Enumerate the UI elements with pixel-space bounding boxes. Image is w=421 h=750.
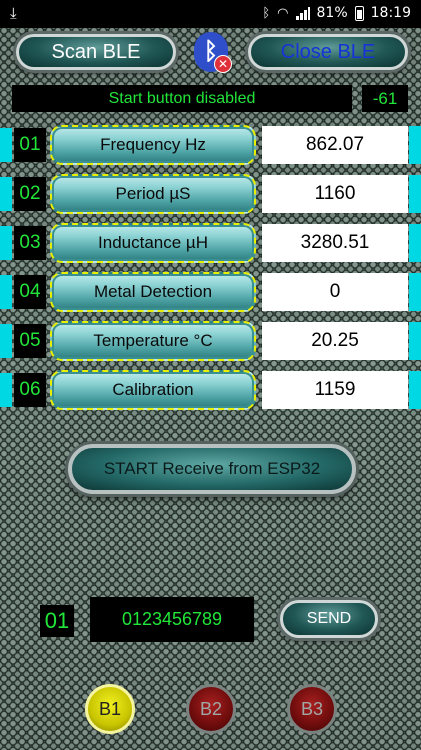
row-number: 06 bbox=[14, 373, 46, 407]
inductance-value: 3280.51 bbox=[262, 224, 408, 262]
send-input[interactable]: 0123456789 bbox=[90, 597, 254, 642]
bluetooth-status-icon: ᛒ bbox=[262, 5, 271, 21]
row-indicator bbox=[409, 224, 421, 262]
row-indicator bbox=[0, 373, 12, 407]
row-indicator bbox=[0, 128, 12, 162]
inductance-button[interactable]: Inductance µH bbox=[50, 223, 256, 263]
calibration-button[interactable]: Calibration bbox=[50, 370, 256, 410]
send-channel-number: 01 bbox=[40, 605, 74, 637]
wifi-icon: ◠ bbox=[277, 5, 289, 21]
row-indicator bbox=[0, 275, 12, 309]
frequency-button[interactable]: Frequency Hz bbox=[50, 125, 256, 165]
start-receive-button[interactable]: START Receive from ESP32 bbox=[68, 444, 356, 494]
row-number: 01 bbox=[14, 128, 46, 162]
clock: 18:19 bbox=[370, 5, 411, 21]
row-number: 05 bbox=[14, 324, 46, 358]
metal-detection-value: 0 bbox=[262, 273, 408, 311]
signal-icon bbox=[295, 6, 310, 20]
status-bar: ⤓ ᛒ ◠ 81% 18:19 bbox=[0, 0, 421, 28]
row-indicator bbox=[409, 175, 421, 213]
battery-percent: 81% bbox=[316, 5, 348, 21]
scan-ble-button[interactable]: Scan BLE bbox=[16, 34, 176, 70]
row-number: 02 bbox=[14, 177, 46, 211]
metal-detection-button[interactable]: Metal Detection bbox=[50, 272, 256, 312]
data-row-frequency: 01 Frequency Hz 862.07 bbox=[0, 125, 421, 165]
row-indicator bbox=[409, 126, 421, 164]
row-indicator bbox=[0, 324, 12, 358]
data-row-calibration: 06 Calibration 1159 bbox=[0, 370, 421, 410]
data-row-inductance: 03 Inductance µH 3280.51 bbox=[0, 223, 421, 263]
row-number: 04 bbox=[14, 275, 46, 309]
data-row-period: 02 Period µS 1160 bbox=[0, 174, 421, 214]
row-indicator bbox=[0, 226, 12, 260]
download-icon: ⤓ bbox=[10, 4, 17, 22]
battery-icon bbox=[354, 5, 364, 21]
frequency-value: 862.07 bbox=[262, 126, 408, 164]
temperature-button[interactable]: Temperature °C bbox=[50, 321, 256, 361]
disconnected-badge-icon: ✕ bbox=[214, 55, 232, 73]
data-row-temperature: 05 Temperature °C 20.25 bbox=[0, 321, 421, 361]
status-bar-right: ᛒ ◠ 81% 18:19 bbox=[262, 5, 411, 21]
period-value: 1160 bbox=[262, 175, 408, 213]
b1-button[interactable]: B1 bbox=[85, 684, 135, 734]
rssi-value: -61 bbox=[362, 85, 408, 112]
close-ble-button[interactable]: Close BLE bbox=[248, 34, 408, 70]
temperature-value: 20.25 bbox=[262, 322, 408, 360]
period-button[interactable]: Period µS bbox=[50, 174, 256, 214]
calibration-value: 1159 bbox=[262, 371, 408, 409]
data-row-metal-detection: 04 Metal Detection 0 bbox=[0, 272, 421, 312]
row-indicator bbox=[0, 177, 12, 211]
b3-button[interactable]: B3 bbox=[287, 684, 337, 734]
row-number: 03 bbox=[14, 226, 46, 260]
status-message: Start button disabled bbox=[12, 85, 352, 112]
row-indicator bbox=[409, 371, 421, 409]
row-indicator bbox=[409, 322, 421, 360]
b2-button[interactable]: B2 bbox=[186, 684, 236, 734]
send-button[interactable]: SEND bbox=[280, 600, 378, 638]
row-indicator bbox=[409, 273, 421, 311]
